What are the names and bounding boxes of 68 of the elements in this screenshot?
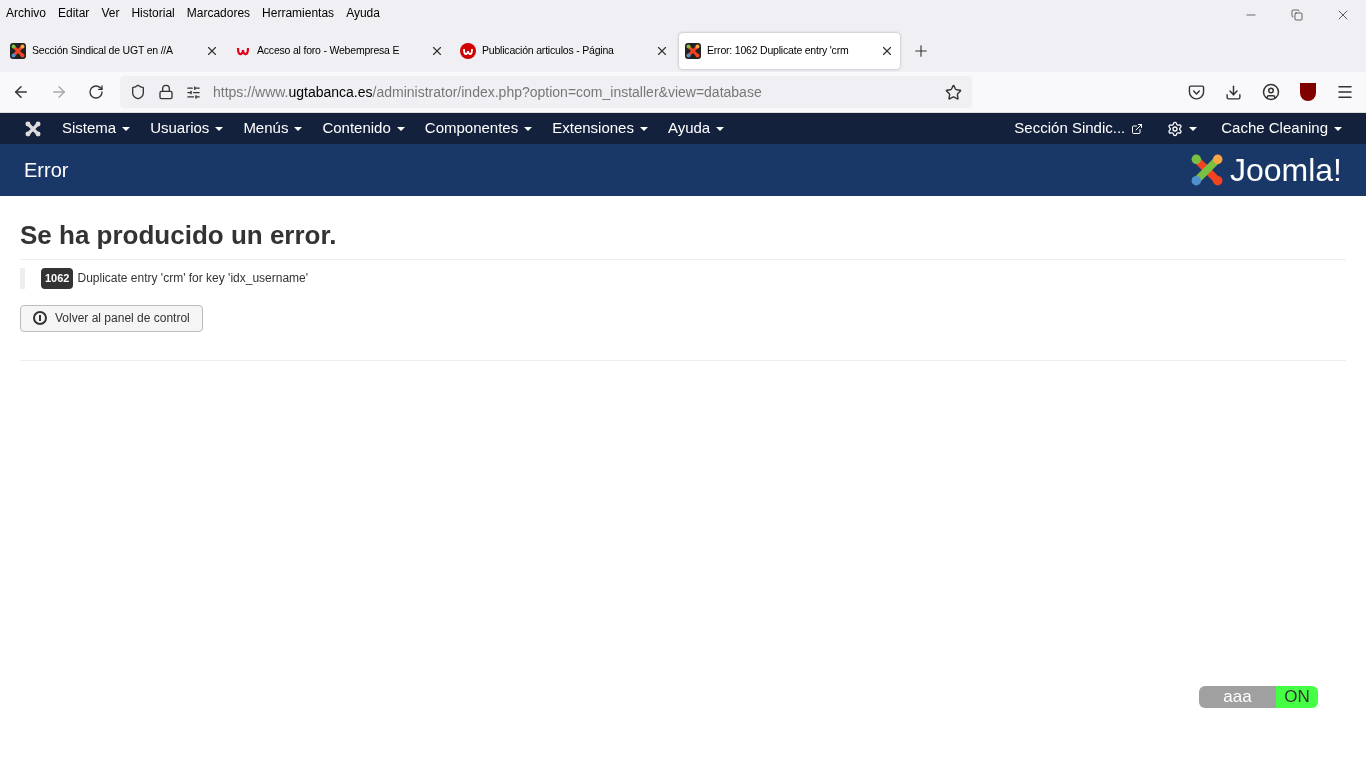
shield-extension-icon[interactable] bbox=[1300, 83, 1316, 101]
nav-menu-item[interactable]: Menús bbox=[243, 117, 303, 140]
tab-title: Publicación articulos - Página bbox=[482, 43, 614, 59]
page-title: Error bbox=[24, 158, 69, 183]
site-link[interactable]: Sección Sindic... bbox=[1014, 117, 1144, 140]
menu-item[interactable]: Archivo bbox=[6, 4, 46, 22]
caret-icon bbox=[639, 127, 648, 132]
menu-item[interactable]: Editar bbox=[58, 4, 90, 22]
joomla-logo-text: Joomla! bbox=[1229, 154, 1342, 186]
account-icon[interactable] bbox=[1262, 83, 1280, 101]
close-tab-icon[interactable] bbox=[655, 44, 669, 58]
caret-icon bbox=[1189, 126, 1198, 131]
webempresa-favicon-icon bbox=[460, 43, 476, 59]
menu-item[interactable]: Ayuda bbox=[346, 4, 380, 22]
menu-item[interactable]: Ver bbox=[101, 4, 120, 22]
caret-icon bbox=[215, 127, 224, 132]
permissions-icon bbox=[186, 84, 201, 100]
tab-title: Error: 1062 Duplicate entry 'crm bbox=[707, 43, 849, 59]
nav-menu-item[interactable]: Componentes bbox=[424, 117, 533, 140]
browser-tab[interactable]: Acceso al foro - Webempresa E bbox=[229, 33, 450, 69]
menu-item[interactable]: Marcadores bbox=[186, 4, 251, 22]
nav-menu-item[interactable]: Contenido bbox=[322, 117, 405, 140]
caret-icon bbox=[122, 127, 131, 132]
shield-icon bbox=[130, 84, 146, 100]
dashboard-icon bbox=[33, 311, 47, 325]
toggle-state: ON bbox=[1276, 686, 1318, 708]
settings-icon[interactable] bbox=[1167, 120, 1184, 137]
toggle-label: aaa bbox=[1199, 686, 1276, 708]
lock-icon bbox=[158, 84, 174, 100]
error-heading: Se ha producido un error. bbox=[20, 219, 338, 252]
close-tab-icon[interactable] bbox=[430, 44, 444, 58]
close-tab-icon[interactable] bbox=[205, 44, 219, 58]
close-tab-icon[interactable] bbox=[880, 44, 894, 58]
address-bar[interactable]: https://www.ugtabanca.es/administrator/index.php?option=com_installer&view=database bbox=[120, 76, 972, 108]
joomla-favicon-icon bbox=[10, 43, 26, 59]
bookmark-star-icon[interactable] bbox=[945, 83, 962, 101]
caret-icon bbox=[524, 127, 533, 132]
browser-tab[interactable]: Error: 1062 Duplicate entry 'crm bbox=[679, 33, 900, 69]
url-text: https://www.ugtabanca.es/administrator/index.php?option=com_installer&view=database bbox=[213, 82, 762, 102]
menu-icon[interactable] bbox=[1336, 83, 1354, 101]
error-code-badge: 1062 bbox=[41, 268, 74, 289]
restore-icon[interactable] bbox=[1291, 9, 1303, 21]
nav-menu-item[interactable]: Usuarios bbox=[150, 117, 224, 140]
new-tab-icon[interactable] bbox=[912, 42, 930, 60]
joomla-icon[interactable] bbox=[24, 119, 42, 138]
menu-item[interactable]: Historial bbox=[131, 4, 175, 22]
toggle-switch[interactable]: aaa ON bbox=[1199, 686, 1318, 708]
error-message: Duplicate entry 'crm' for key 'idx_username' bbox=[77, 270, 309, 288]
menu-item[interactable]: Herramientas bbox=[262, 4, 335, 22]
browser-tab[interactable]: Sección Sindical de UGT en //A bbox=[4, 33, 225, 69]
caret-icon bbox=[716, 127, 725, 132]
caret-icon bbox=[1334, 127, 1342, 132]
nav-menu-item[interactable]: Sistema bbox=[62, 117, 131, 140]
back-to-panel-button[interactable]: Volver al panel de control bbox=[20, 304, 203, 332]
caret-icon bbox=[294, 127, 303, 132]
caret-icon bbox=[396, 127, 405, 132]
nav-menu-item[interactable]: Extensiones bbox=[552, 117, 648, 140]
browser-tab[interactable]: Publicación articulos - Página bbox=[454, 33, 675, 69]
tab-title: Sección Sindical de UGT en //A bbox=[32, 43, 173, 59]
tab-title: Acceso al foro - Webempresa E bbox=[257, 43, 400, 59]
back-icon[interactable] bbox=[12, 83, 30, 101]
user-menu[interactable]: Cache Cleaning bbox=[1221, 117, 1342, 140]
reload-icon[interactable] bbox=[88, 84, 104, 100]
nav-menu-item[interactable]: Ayuda bbox=[667, 117, 725, 140]
external-link-icon bbox=[1131, 122, 1144, 135]
download-icon[interactable] bbox=[1225, 83, 1242, 101]
pocket-icon[interactable] bbox=[1188, 83, 1205, 101]
joomla-favicon-icon bbox=[685, 43, 701, 59]
